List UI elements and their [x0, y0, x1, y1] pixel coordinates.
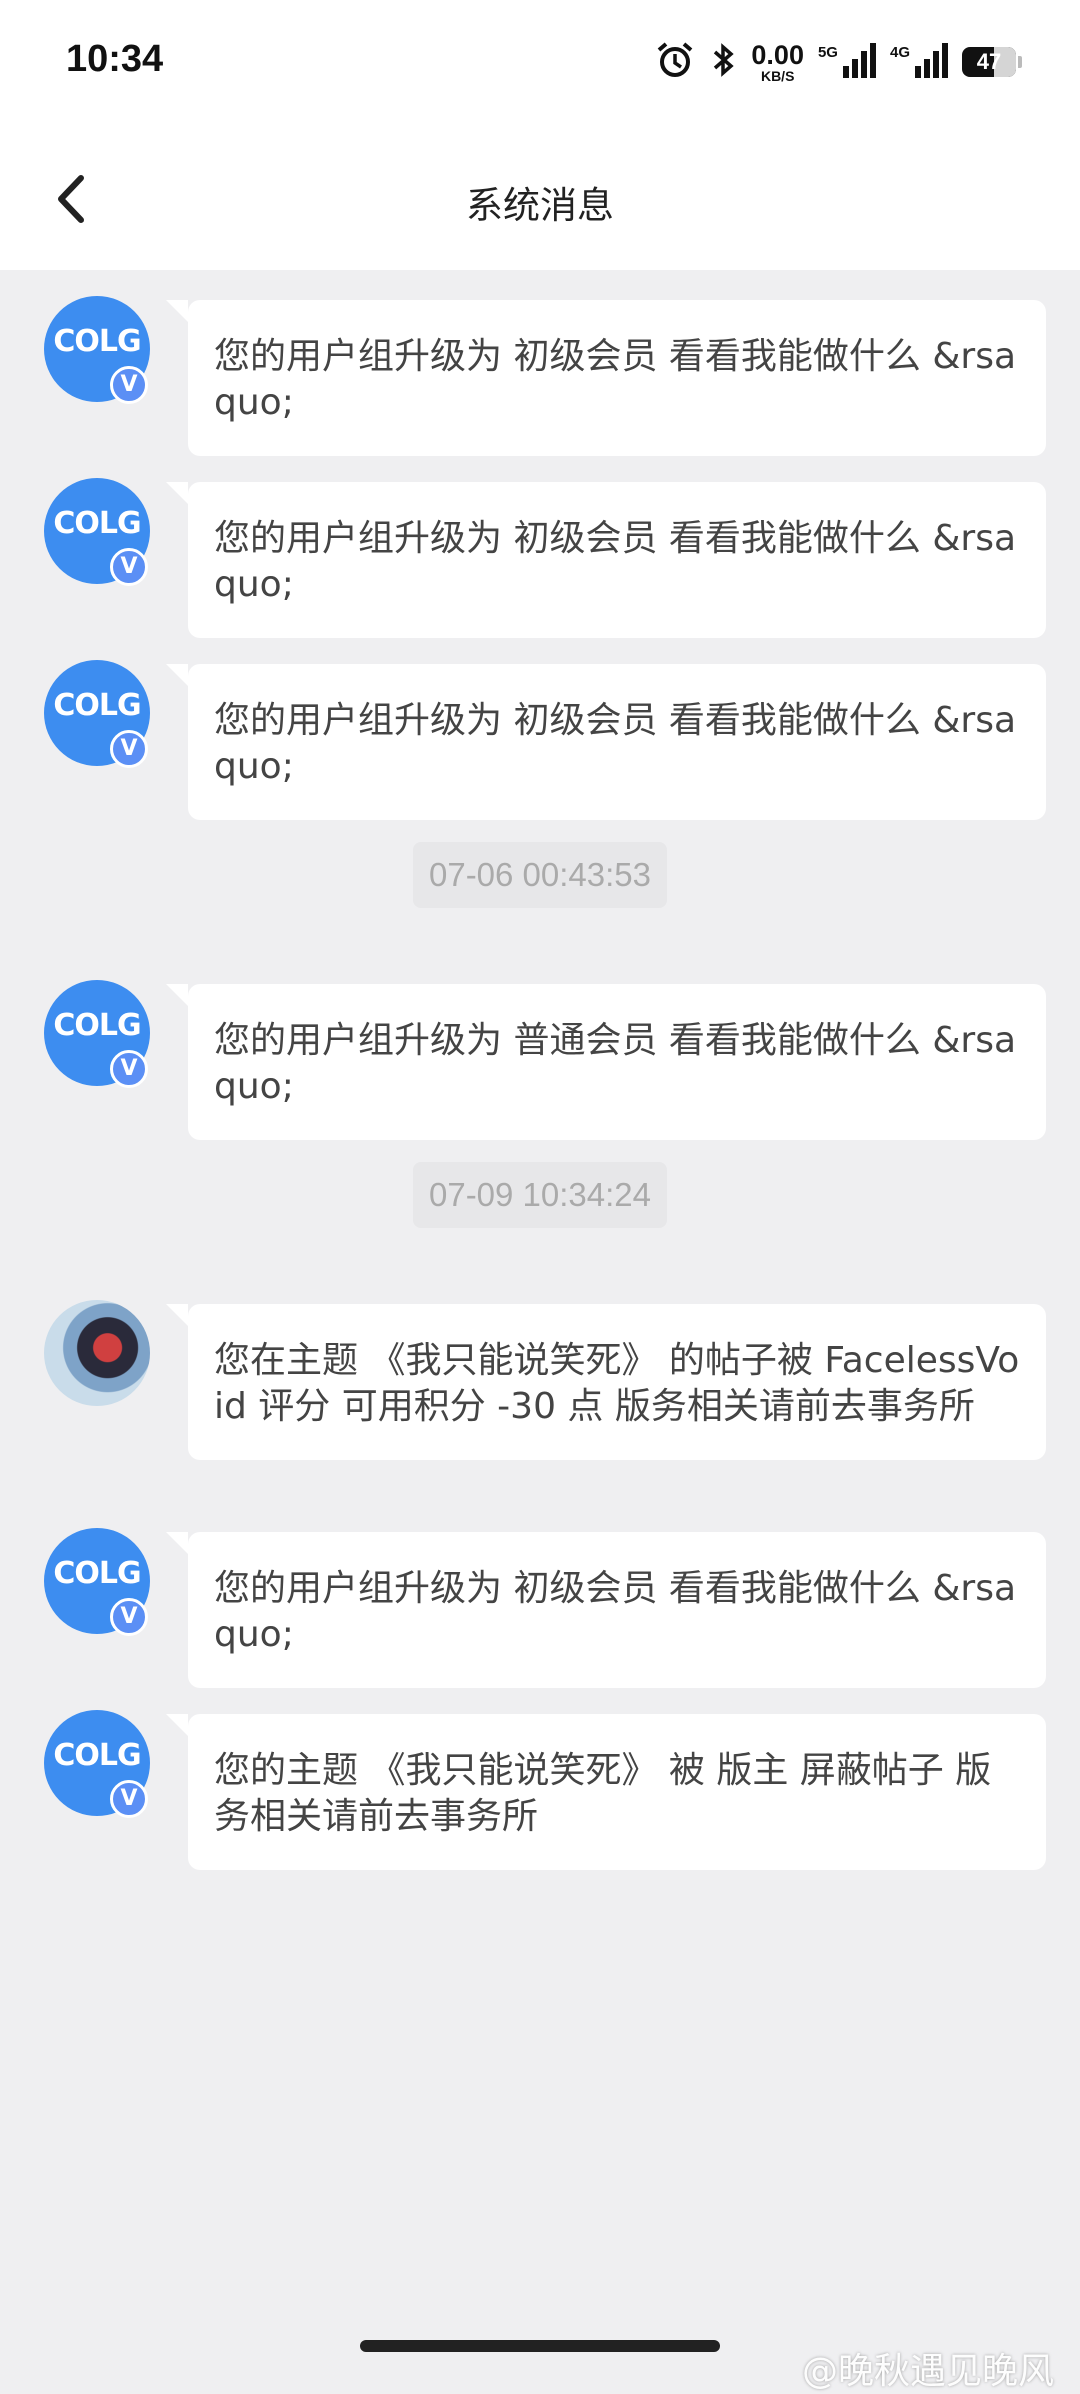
message-item[interactable]: COLG V 您的主题 《我只能说笑死》 被 版主 屏蔽帖子 版务相关请前去事务…: [0, 1684, 1080, 1870]
colg-logo-icon: COLG: [53, 324, 141, 359]
message-item[interactable]: 您在主题 《我只能说笑死》 的帖子被 FacelessVoid 评分 可用积分 …: [0, 1274, 1080, 1502]
message-text[interactable]: 您的用户组升级为 初级会员 看看我能做什么 &rsaquo;: [166, 1532, 1046, 1688]
timestamp-row: 07-06 00:43:53: [0, 816, 1080, 954]
alarm-icon: [655, 40, 695, 84]
user-avatar[interactable]: [44, 1300, 150, 1406]
signal-icon-1: [842, 42, 876, 82]
colg-avatar[interactable]: COLG V: [44, 660, 150, 768]
colg-logo-icon: COLG: [53, 1008, 141, 1043]
timestamp-row: 07-09 10:34:24: [0, 1136, 1080, 1274]
message-text[interactable]: 您的主题 《我只能说笑死》 被 版主 屏蔽帖子 版务相关请前去事务所: [166, 1714, 1046, 1870]
app-header: 系统消息: [0, 125, 1080, 270]
verified-badge-icon: V: [110, 730, 148, 768]
timestamp: 07-09 10:34:24: [412, 1162, 668, 1228]
verified-badge-icon: V: [110, 1598, 148, 1636]
message-text[interactable]: 您在主题 《我只能说笑死》 的帖子被 FacelessVoid 评分 可用积分 …: [166, 1304, 1046, 1460]
message-text[interactable]: 您的用户组升级为 初级会员 看看我能做什么 &rsaquo;: [166, 664, 1046, 820]
colg-avatar[interactable]: COLG V: [44, 1710, 150, 1818]
message-item[interactable]: COLG V 您的用户组升级为 初级会员 看看我能做什么 &rsaquo;: [0, 270, 1080, 456]
message-text[interactable]: 您的用户组升级为 初级会员 看看我能做什么 &rsaquo;: [166, 482, 1046, 638]
battery-icon: 47: [962, 47, 1016, 77]
verified-badge-icon: V: [110, 1050, 148, 1088]
message-feed[interactable]: COLG V 您的用户组升级为 初级会员 看看我能做什么 &rsaquo; CO…: [0, 270, 1080, 1870]
message-item[interactable]: COLG V 您的用户组升级为 初级会员 看看我能做什么 &rsaquo;: [0, 1502, 1080, 1688]
status-icons: 0.00 KB/S 5G 4G 47: [655, 40, 1022, 84]
watermark: @晚秋遇见晚风: [801, 2351, 1054, 2392]
status-time: 10:34: [66, 38, 164, 80]
network-type-5g: 5G: [817, 43, 838, 61]
message-item[interactable]: COLG V 您的用户组升级为 普通会员 看看我能做什么 &rsaquo;: [0, 954, 1080, 1140]
colg-avatar[interactable]: COLG V: [44, 296, 150, 404]
bluetooth-icon: [709, 40, 737, 84]
signal-icon-2: [914, 42, 948, 82]
page-title: 系统消息: [466, 184, 614, 227]
colg-avatar[interactable]: COLG V: [44, 980, 150, 1088]
message-text[interactable]: 您的用户组升级为 初级会员 看看我能做什么 &rsaquo;: [166, 300, 1046, 456]
colg-avatar[interactable]: COLG V: [44, 1528, 150, 1636]
colg-logo-icon: COLG: [53, 1556, 141, 1591]
colg-logo-icon: COLG: [53, 1738, 141, 1773]
network-type-4g: 4G: [889, 43, 910, 61]
message-item[interactable]: COLG V 您的用户组升级为 初级会员 看看我能做什么 &rsaquo;: [0, 452, 1080, 638]
colg-avatar[interactable]: COLG V: [44, 478, 150, 586]
status-bar: 10:34 0.00 KB/S 5G 4G 47: [0, 0, 1080, 125]
verified-badge-icon: V: [110, 548, 148, 586]
message-text[interactable]: 您的用户组升级为 普通会员 看看我能做什么 &rsaquo;: [166, 984, 1046, 1140]
colg-logo-icon: COLG: [53, 688, 141, 723]
message-item[interactable]: COLG V 您的用户组升级为 初级会员 看看我能做什么 &rsaquo;: [0, 634, 1080, 820]
timestamp: 07-06 00:43:53: [412, 842, 668, 908]
colg-logo-icon: COLG: [53, 506, 141, 541]
home-indicator[interactable]: [360, 2340, 720, 2352]
verified-badge-icon: V: [110, 366, 148, 404]
network-speed: 0.00 KB/S: [751, 39, 804, 84]
verified-badge-icon: V: [110, 1780, 148, 1818]
